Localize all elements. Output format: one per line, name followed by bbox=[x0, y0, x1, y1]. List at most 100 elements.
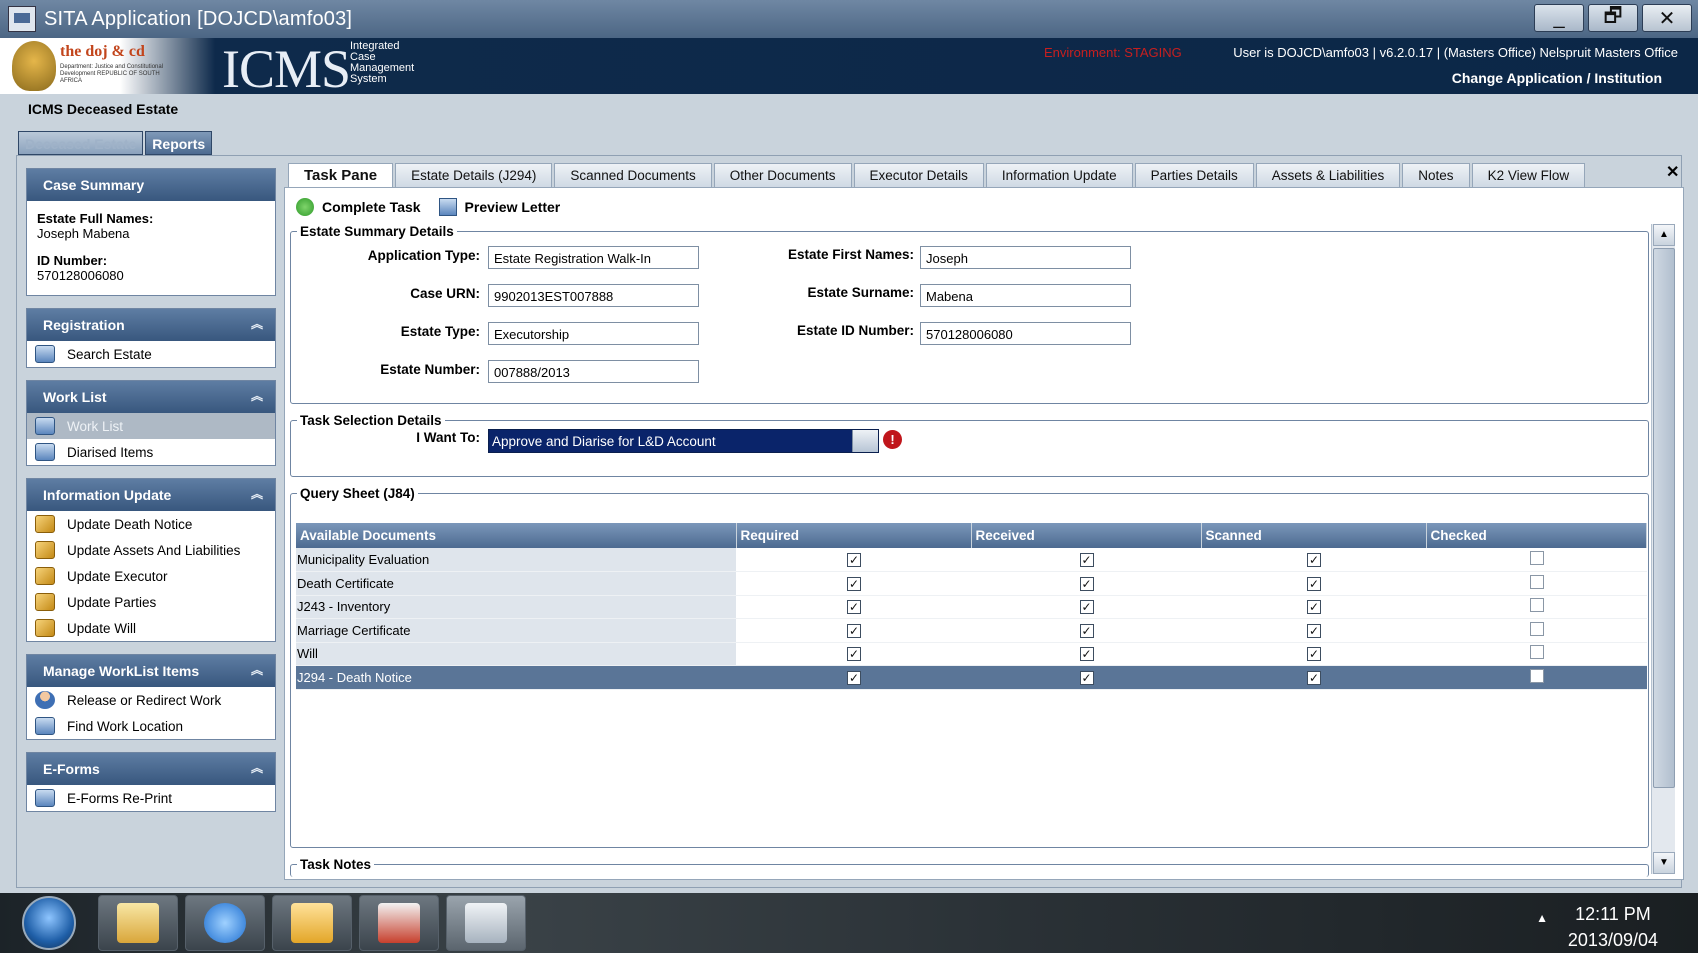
application-type-field[interactable]: Estate Registration Walk-In bbox=[488, 246, 699, 269]
scroll-up-arrow-icon[interactable]: ▲ bbox=[1653, 224, 1675, 246]
estate-number-field[interactable]: 007888/2013 bbox=[488, 360, 699, 383]
taskbar-sita-app[interactable] bbox=[446, 895, 526, 951]
change-application-link[interactable]: Change Application / Institution bbox=[1452, 70, 1662, 86]
vertical-scrollbar[interactable]: ▲ ▼ bbox=[1651, 224, 1675, 874]
required-checkbox[interactable]: ✓ bbox=[847, 576, 861, 591]
sidebar-item-update-assets[interactable]: Update Assets And Liabilities bbox=[27, 537, 275, 563]
close-pane-icon[interactable]: ✕ bbox=[1666, 162, 1679, 182]
required-checkbox[interactable]: ✓ bbox=[847, 670, 861, 685]
sidebar-item-find-work-location[interactable]: Find Work Location bbox=[27, 713, 275, 739]
received-checkbox[interactable]: ✓ bbox=[1079, 553, 1094, 567]
table-row[interactable]: Municipality Evaluation ✓ ✓ ✓ bbox=[296, 548, 1647, 572]
close-button[interactable]: ✕ bbox=[1642, 4, 1692, 32]
e-forms-header[interactable]: E-Forms ︽ bbox=[27, 753, 275, 785]
checked-checkbox[interactable] bbox=[1529, 598, 1544, 613]
required-checkbox[interactable]: ✓ bbox=[847, 647, 861, 662]
scanned-checkbox[interactable]: ✓ bbox=[1307, 600, 1321, 615]
preview-letter-button[interactable]: Preview Letter bbox=[438, 198, 560, 216]
collapse-icon[interactable]: ︽ bbox=[251, 759, 263, 776]
scanned-checkbox[interactable]: ✓ bbox=[1307, 623, 1321, 638]
tab-information-update[interactable]: Information Update bbox=[985, 163, 1133, 188]
column-header[interactable]: Available Documents bbox=[296, 523, 737, 548]
task-notes-legend: Task Notes bbox=[300, 857, 372, 872]
scroll-thumb[interactable] bbox=[1653, 248, 1675, 788]
table-row[interactable]: Will ✓ ✓ ✓ bbox=[296, 642, 1647, 666]
work-list-header[interactable]: Work List ︽ bbox=[27, 381, 275, 413]
checked-checkbox[interactable] bbox=[1529, 668, 1544, 683]
tab-deceased-estate[interactable]: Deceased Estate bbox=[18, 131, 144, 155]
received-checkbox[interactable]: ✓ bbox=[1079, 600, 1094, 615]
start-button[interactable] bbox=[22, 896, 76, 950]
windows-taskbar: ▲ 12:11 PM 2013/09/04 bbox=[0, 893, 1698, 953]
task-select[interactable]: Approve and Diarise for L&D Account bbox=[488, 429, 879, 453]
minimize-button[interactable]: _ bbox=[1534, 4, 1584, 32]
column-header[interactable]: Checked bbox=[1426, 523, 1647, 548]
table-row[interactable]: J243 - Inventory ✓ ✓ ✓ bbox=[296, 595, 1647, 619]
sidebar-item-release-redirect[interactable]: Release or Redirect Work bbox=[27, 687, 275, 713]
received-checkbox[interactable]: ✓ bbox=[1079, 576, 1094, 591]
estate-id-field[interactable]: 570128006080 bbox=[920, 322, 1131, 345]
column-header[interactable]: Received bbox=[971, 523, 1202, 548]
estate-type-field[interactable]: Executorship bbox=[488, 322, 699, 345]
taskbar-explorer[interactable] bbox=[98, 895, 178, 951]
tab-k2-view-flow[interactable]: K2 View Flow bbox=[1471, 163, 1586, 188]
scanned-checkbox[interactable]: ✓ bbox=[1307, 670, 1321, 685]
column-header[interactable]: Required bbox=[736, 523, 972, 548]
received-checkbox[interactable]: ✓ bbox=[1079, 647, 1094, 662]
taskbar-adobe[interactable] bbox=[359, 895, 439, 951]
sidebar-item-update-will[interactable]: Update Will bbox=[27, 615, 275, 641]
sidebar-item-e-forms-reprint[interactable]: E-Forms Re-Print bbox=[27, 785, 275, 811]
scanned-checkbox[interactable]: ✓ bbox=[1307, 553, 1321, 567]
manage-worklist-header[interactable]: Manage WorkList Items ︽ bbox=[27, 655, 275, 687]
tab-parties-details[interactable]: Parties Details bbox=[1134, 163, 1254, 188]
table-row[interactable]: Marriage Certificate ✓ ✓ ✓ bbox=[296, 618, 1647, 643]
sidebar-item-diarised-items[interactable]: Diarised Items bbox=[27, 439, 275, 465]
collapse-icon[interactable]: ︽ bbox=[251, 387, 263, 404]
sidebar-item-search-estate[interactable]: Search Estate bbox=[27, 341, 275, 367]
tab-other-documents[interactable]: Other Documents bbox=[713, 163, 852, 188]
checked-checkbox[interactable] bbox=[1529, 645, 1544, 660]
tab-executor-details[interactable]: Executor Details bbox=[853, 163, 984, 188]
registration-header[interactable]: Registration ︽ bbox=[27, 309, 275, 341]
collapse-icon[interactable]: ︽ bbox=[251, 485, 263, 502]
required-checkbox[interactable]: ✓ bbox=[847, 600, 861, 615]
estate-surname-field[interactable]: Mabena bbox=[920, 284, 1131, 307]
sidebar-item-update-executor[interactable]: Update Executor bbox=[27, 563, 275, 589]
sidebar-item-update-death-notice[interactable]: Update Death Notice bbox=[27, 511, 275, 537]
tray-expand-icon[interactable]: ▲ bbox=[1536, 911, 1548, 925]
required-checkbox[interactable]: ✓ bbox=[847, 623, 861, 638]
checked-checkbox[interactable] bbox=[1529, 574, 1544, 589]
scroll-down-arrow-icon[interactable]: ▼ bbox=[1653, 852, 1675, 874]
tab-assets-liabilities[interactable]: Assets & Liabilities bbox=[1255, 163, 1401, 188]
tab-task-pane[interactable]: Task Pane bbox=[288, 163, 394, 188]
case-urn-field[interactable]: 9902013EST007888 bbox=[488, 284, 699, 307]
table-row[interactable]: J294 - Death Notice ✓ ✓ ✓ bbox=[296, 665, 1647, 690]
taskbar-outlook[interactable] bbox=[272, 895, 352, 951]
scanned-checkbox[interactable]: ✓ bbox=[1307, 647, 1321, 662]
system-clock[interactable]: 12:11 PM 2013/09/04 bbox=[1568, 901, 1658, 953]
sidebar-item-update-parties[interactable]: Update Parties bbox=[27, 589, 275, 615]
estate-names-value: Joseph Mabena bbox=[37, 226, 130, 241]
estate-first-names-field[interactable]: Joseph bbox=[920, 246, 1131, 269]
collapse-icon[interactable]: ︽ bbox=[251, 661, 263, 678]
taskbar-ie[interactable] bbox=[185, 895, 265, 951]
received-checkbox[interactable]: ✓ bbox=[1079, 623, 1094, 638]
information-update-header[interactable]: Information Update ︽ bbox=[27, 479, 275, 511]
tab-notes[interactable]: Notes bbox=[1402, 163, 1470, 188]
restore-button[interactable]: 🗗 bbox=[1588, 4, 1638, 32]
received-checkbox[interactable]: ✓ bbox=[1079, 670, 1094, 685]
tab-scanned-documents[interactable]: Scanned Documents bbox=[554, 163, 712, 188]
checked-checkbox[interactable] bbox=[1529, 551, 1544, 565]
complete-task-button[interactable]: Complete Task bbox=[296, 198, 421, 216]
scanned-checkbox[interactable]: ✓ bbox=[1307, 576, 1321, 591]
required-checkbox[interactable]: ✓ bbox=[847, 553, 861, 567]
table-row[interactable]: Death Certificate ✓ ✓ ✓ bbox=[296, 571, 1647, 596]
tab-estate-details[interactable]: Estate Details (J294) bbox=[395, 163, 553, 188]
sidebar-item-work-list[interactable]: Work List bbox=[27, 413, 275, 439]
collapse-icon[interactable]: ︽ bbox=[251, 315, 263, 332]
tab-reports[interactable]: Reports bbox=[145, 131, 213, 155]
checked-checkbox[interactable] bbox=[1529, 621, 1544, 636]
dropdown-arrow-icon[interactable] bbox=[852, 430, 878, 452]
column-header[interactable]: Scanned bbox=[1201, 523, 1427, 548]
task-toolbar: Complete Task Preview Letter bbox=[296, 198, 560, 216]
